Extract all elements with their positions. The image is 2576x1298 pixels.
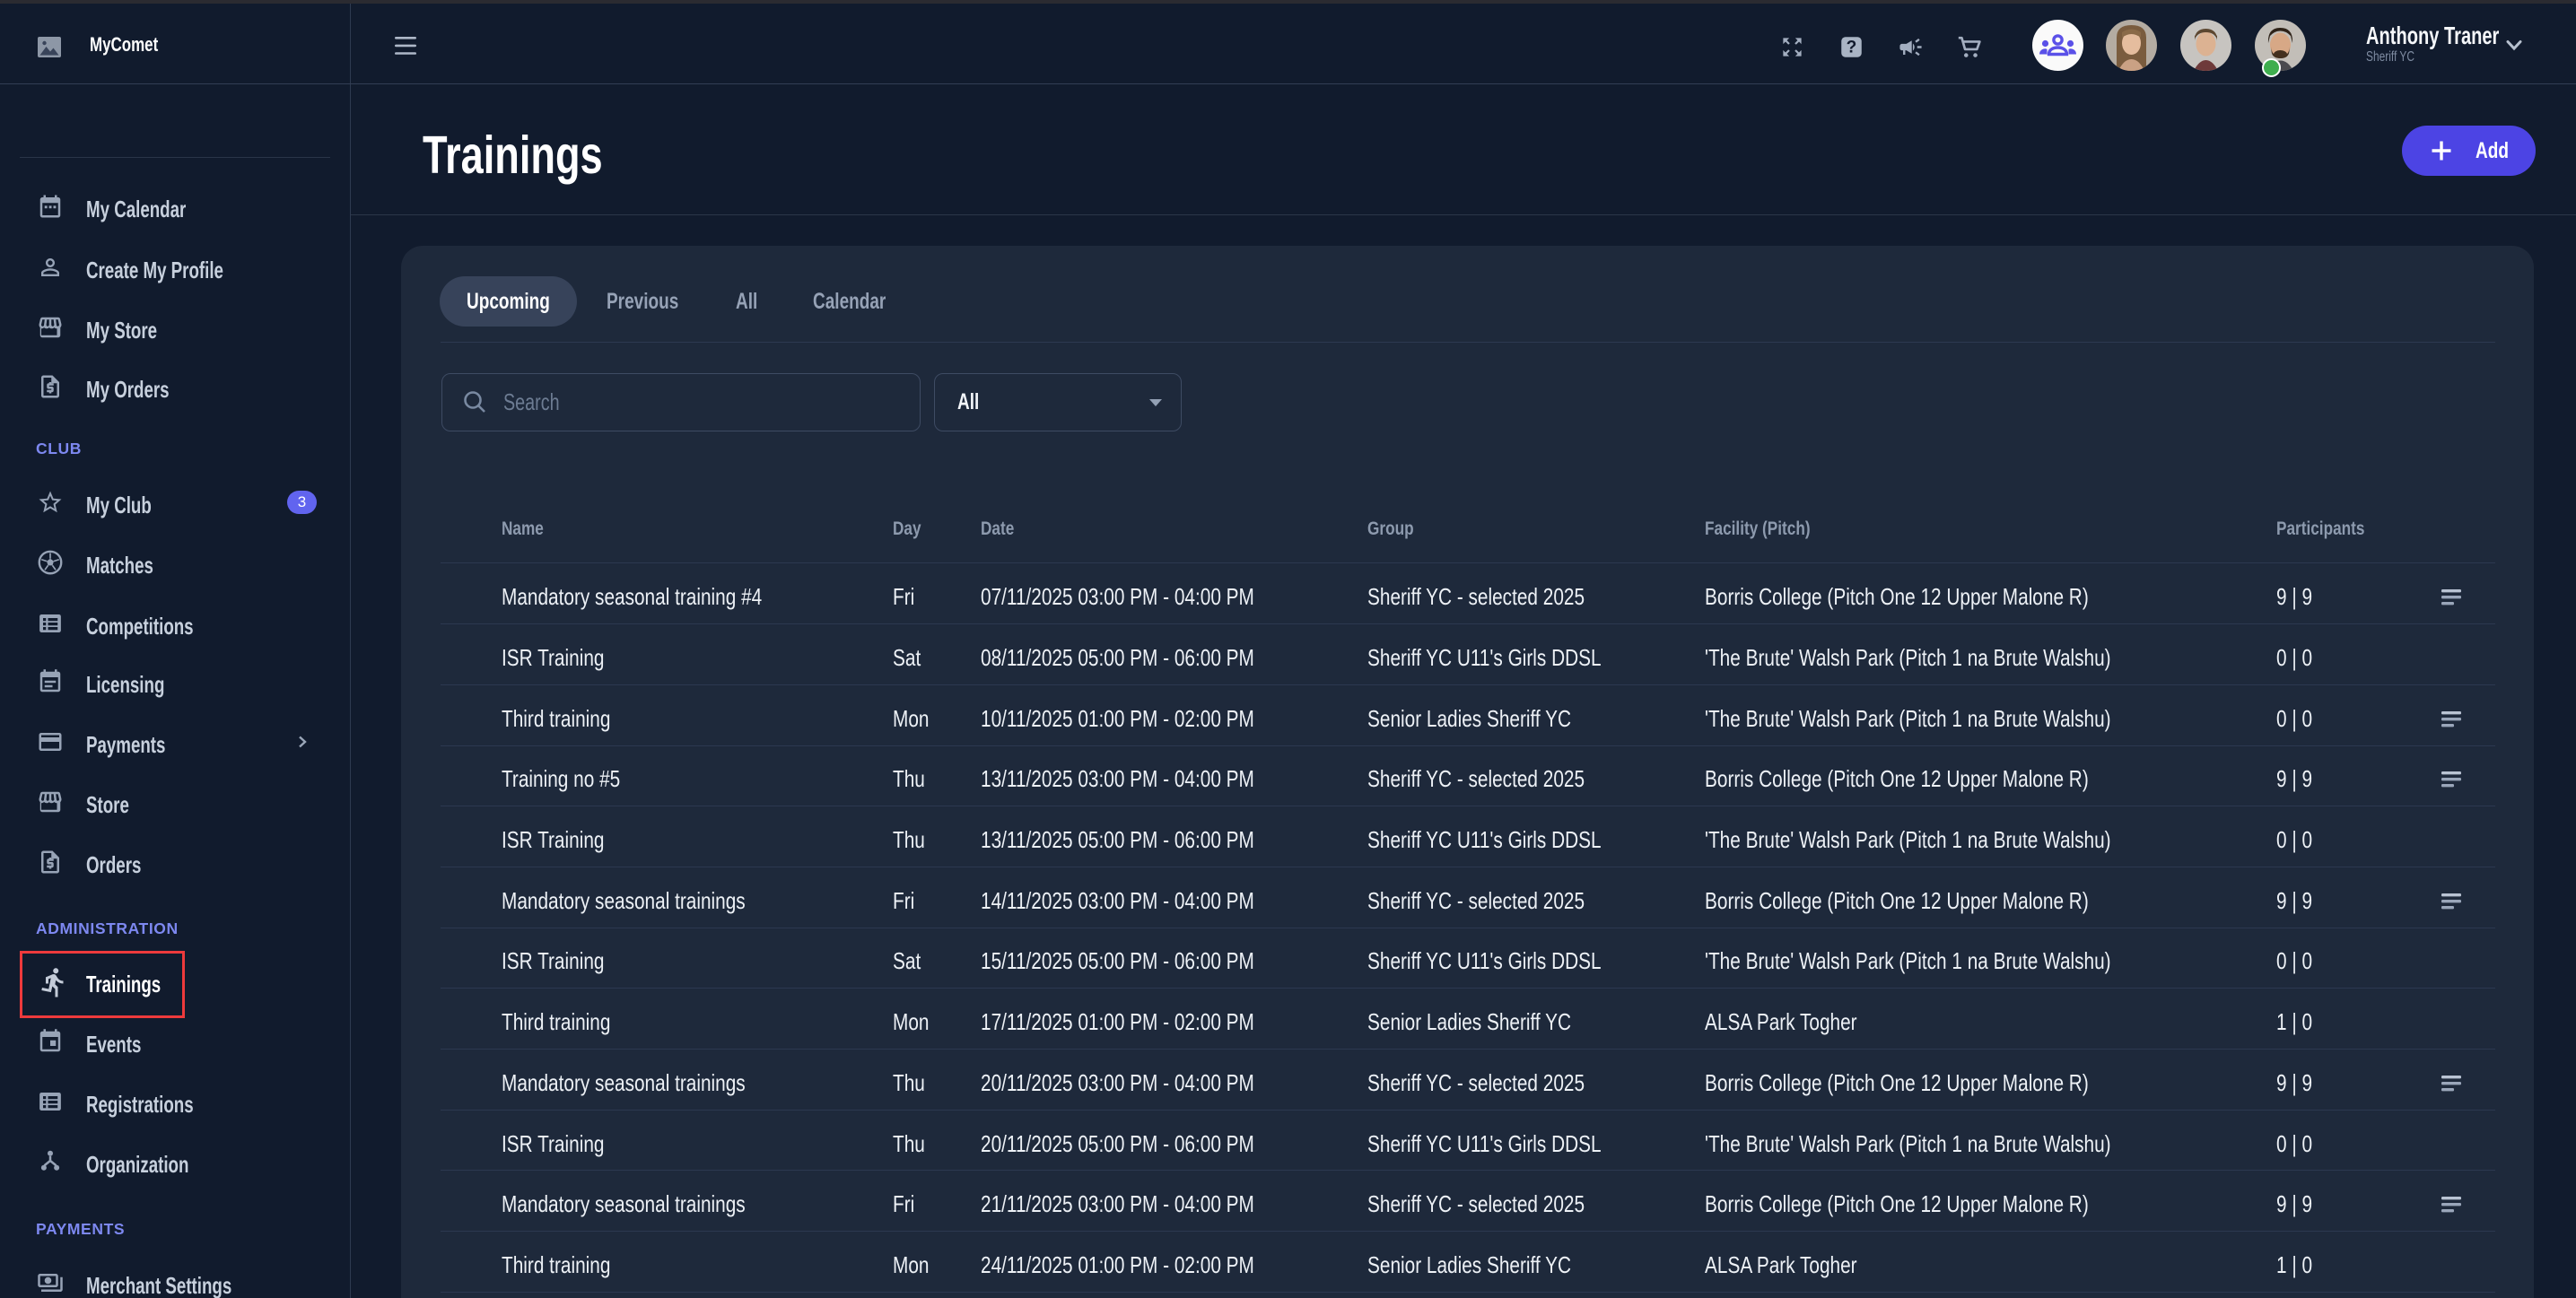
svg-text:?: ? <box>1847 39 1857 57</box>
